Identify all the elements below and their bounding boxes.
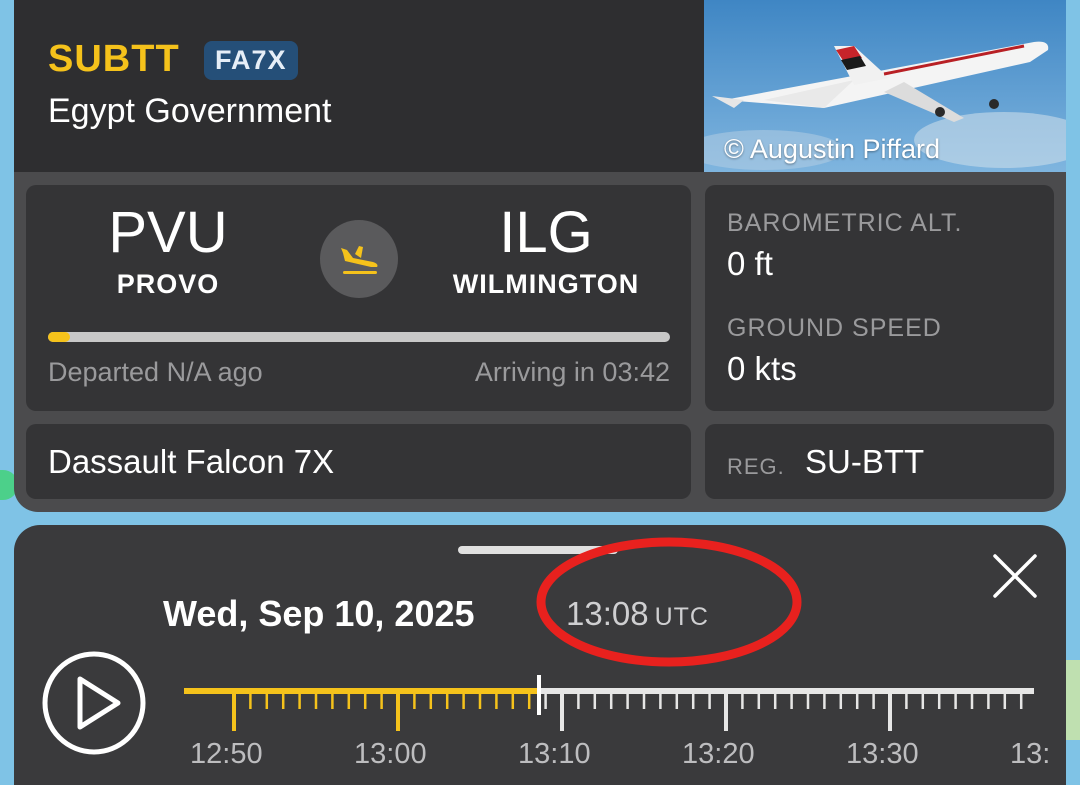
ground-speed-value: 0 kts <box>727 350 797 387</box>
flight-header: SUBTT FA7X Egypt Government <box>14 0 704 172</box>
departed-status: Departed N/A ago <box>48 357 263 387</box>
timeline-tick-label: 13:00 <box>354 738 427 770</box>
photo-credit: © Augustin Piffard <box>724 134 941 164</box>
aircraft-type-badge: FA7X <box>204 41 298 80</box>
flight-info-card[interactable]: SUBTT FA7X Egypt Government © Augustin P… <box>14 0 1066 512</box>
map-background-feature <box>1066 660 1080 740</box>
aircraft-model: Dassault Falcon 7X <box>48 443 335 480</box>
playback-date: Wed, Sep 10, 2025 <box>163 593 475 634</box>
playback-sheet: Wed, Sep 10, 2025 13:08 UTC 12:50 13:00 13:… <box>14 525 1066 785</box>
callsign: SUBTT <box>48 38 180 80</box>
destination-code: ILG <box>499 200 593 265</box>
arrival-status: Arriving in 03:42 <box>474 357 670 387</box>
timeline-tick-label: 13: <box>1010 738 1051 770</box>
flight-stats-panel: BAROMETRIC ALT. 0 ft GROUND SPEED 0 kts <box>705 185 1054 411</box>
flight-progress-bar <box>48 332 670 342</box>
registration-panel[interactable]: REG. SU-BTT <box>705 424 1054 499</box>
play-icon <box>42 651 146 755</box>
playback-timeline[interactable] <box>184 675 1034 735</box>
aircraft-model-panel[interactable]: Dassault Falcon 7X <box>26 424 691 499</box>
aircraft-photo[interactable]: © Augustin Piffard <box>704 0 1066 172</box>
airplane-landing-icon <box>320 220 398 298</box>
route-panel: PVU PROVO ILG WILMINGTON Departed N/A ag… <box>26 185 691 411</box>
barometric-alt-value: 0 ft <box>727 245 773 282</box>
close-button[interactable] <box>989 550 1041 602</box>
registration-label: REG. <box>727 454 785 479</box>
play-button[interactable] <box>40 649 148 757</box>
flight-progress-fill <box>48 332 70 342</box>
close-icon <box>993 554 1037 598</box>
origin-city: PROVO <box>116 269 220 299</box>
operator-name: Egypt Government <box>48 92 332 130</box>
origin-code: PVU <box>108 200 228 265</box>
destination-city: WILMINGTON <box>452 269 640 299</box>
timeline-tick-label: 13:20 <box>682 738 755 770</box>
timeline-tick-label: 12:50 <box>190 738 263 770</box>
ground-speed-label: GROUND SPEED <box>727 314 942 342</box>
barometric-alt-label: BAROMETRIC ALT. <box>727 209 963 237</box>
timeline-tick-label: 13:10 <box>518 738 591 770</box>
red-circle-annotation <box>536 537 802 667</box>
timeline-tick-label: 13:30 <box>846 738 919 770</box>
registration-value: SU-BTT <box>805 443 925 480</box>
